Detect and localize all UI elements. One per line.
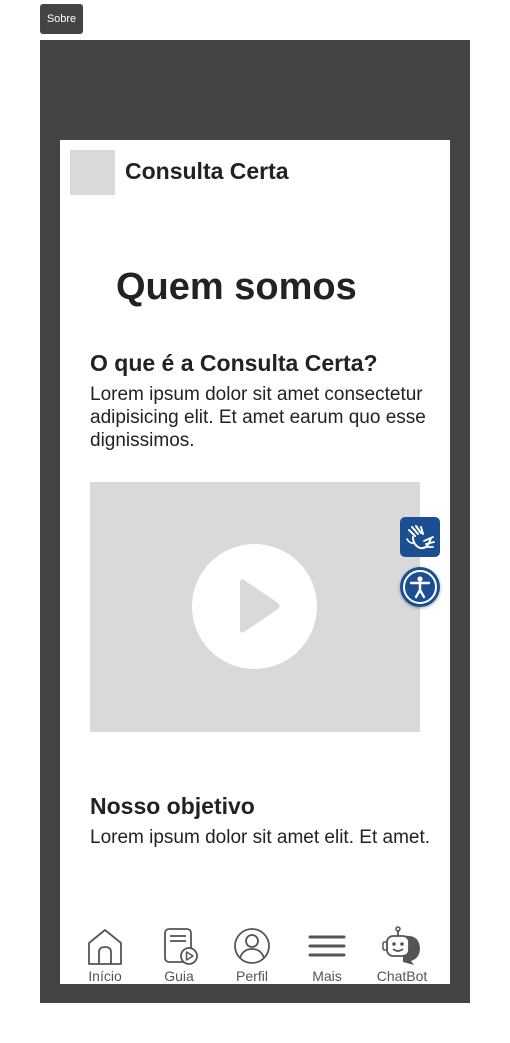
profile-icon [234,928,270,964]
page-title: Quem somos [116,266,357,308]
chatbot-icon [382,926,420,965]
tab-guia[interactable]: Guia [146,926,212,984]
home-icon [88,929,122,965]
tab-inicio-label: Início [88,968,122,984]
play-button[interactable] [192,544,317,669]
tab-chatbot-label: ChatBot [376,968,428,984]
video-player[interactable] [90,482,420,732]
sign-language-icon [406,525,435,550]
frame-tag-label: Sobre [40,4,83,34]
play-icon [240,579,280,633]
accessibility-icon [403,570,437,604]
tab-inicio[interactable]: Início [72,926,138,984]
menu-icon [308,935,346,957]
section-heading-objective: Nosso objetivo [90,793,255,819]
app-screen: Consulta Certa Quem somos O que é a Cons… [60,140,450,984]
section-heading-about: O que é a Consulta Certa? [90,350,378,376]
tab-chatbot[interactable]: ChatBot [369,926,435,984]
app-name: Consulta Certa [125,158,289,184]
guide-icon [164,928,198,965]
libras-button[interactable] [400,517,440,557]
tab-perfil-label: Perfil [236,968,268,984]
section-body-objective: Lorem ipsum dolor sit amet elit. Et amet… [90,827,431,848]
tab-perfil[interactable]: Perfil [219,926,285,984]
bottom-tab-bar: Início Guia Perfil Mais ChatBot [60,920,450,984]
tab-mais[interactable]: Mais [294,926,360,984]
app-logo [70,150,115,195]
tab-guia-label: Guia [164,968,194,984]
accessibility-button[interactable] [400,567,440,607]
section-body-about: Lorem ipsum dolor sit amet consectetur a… [90,384,426,451]
tab-mais-label: Mais [312,968,342,984]
